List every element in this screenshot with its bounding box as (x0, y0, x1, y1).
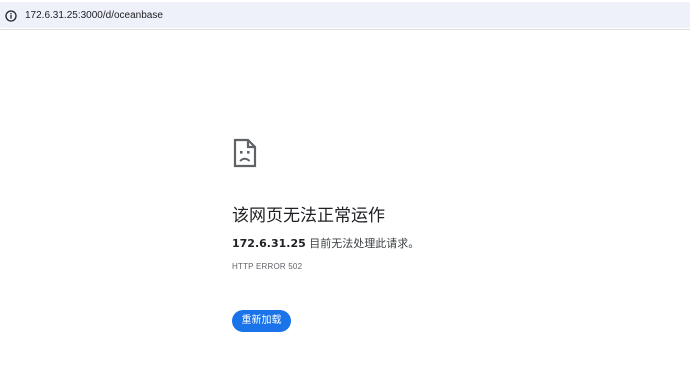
reload-button[interactable]: 重新加载 (232, 310, 291, 332)
error-message: 目前无法处理此请求。 (305, 237, 420, 250)
info-circle-icon[interactable] (5, 10, 17, 22)
sad-page-icon (233, 138, 257, 168)
error-title: 该网页无法正常运作 (232, 206, 385, 226)
error-detail: 172.6.31.25 目前无法处理此请求。 (232, 235, 419, 251)
address-bar: 172.6.31.25:3000/d/oceanbase (0, 0, 690, 30)
error-host: 172.6.31.25 (232, 237, 306, 250)
error-code: HTTP ERROR 502 (232, 262, 303, 271)
url-text[interactable]: 172.6.31.25:3000/d/oceanbase (25, 10, 163, 21)
omnibox[interactable]: 172.6.31.25:3000/d/oceanbase (0, 2, 690, 28)
